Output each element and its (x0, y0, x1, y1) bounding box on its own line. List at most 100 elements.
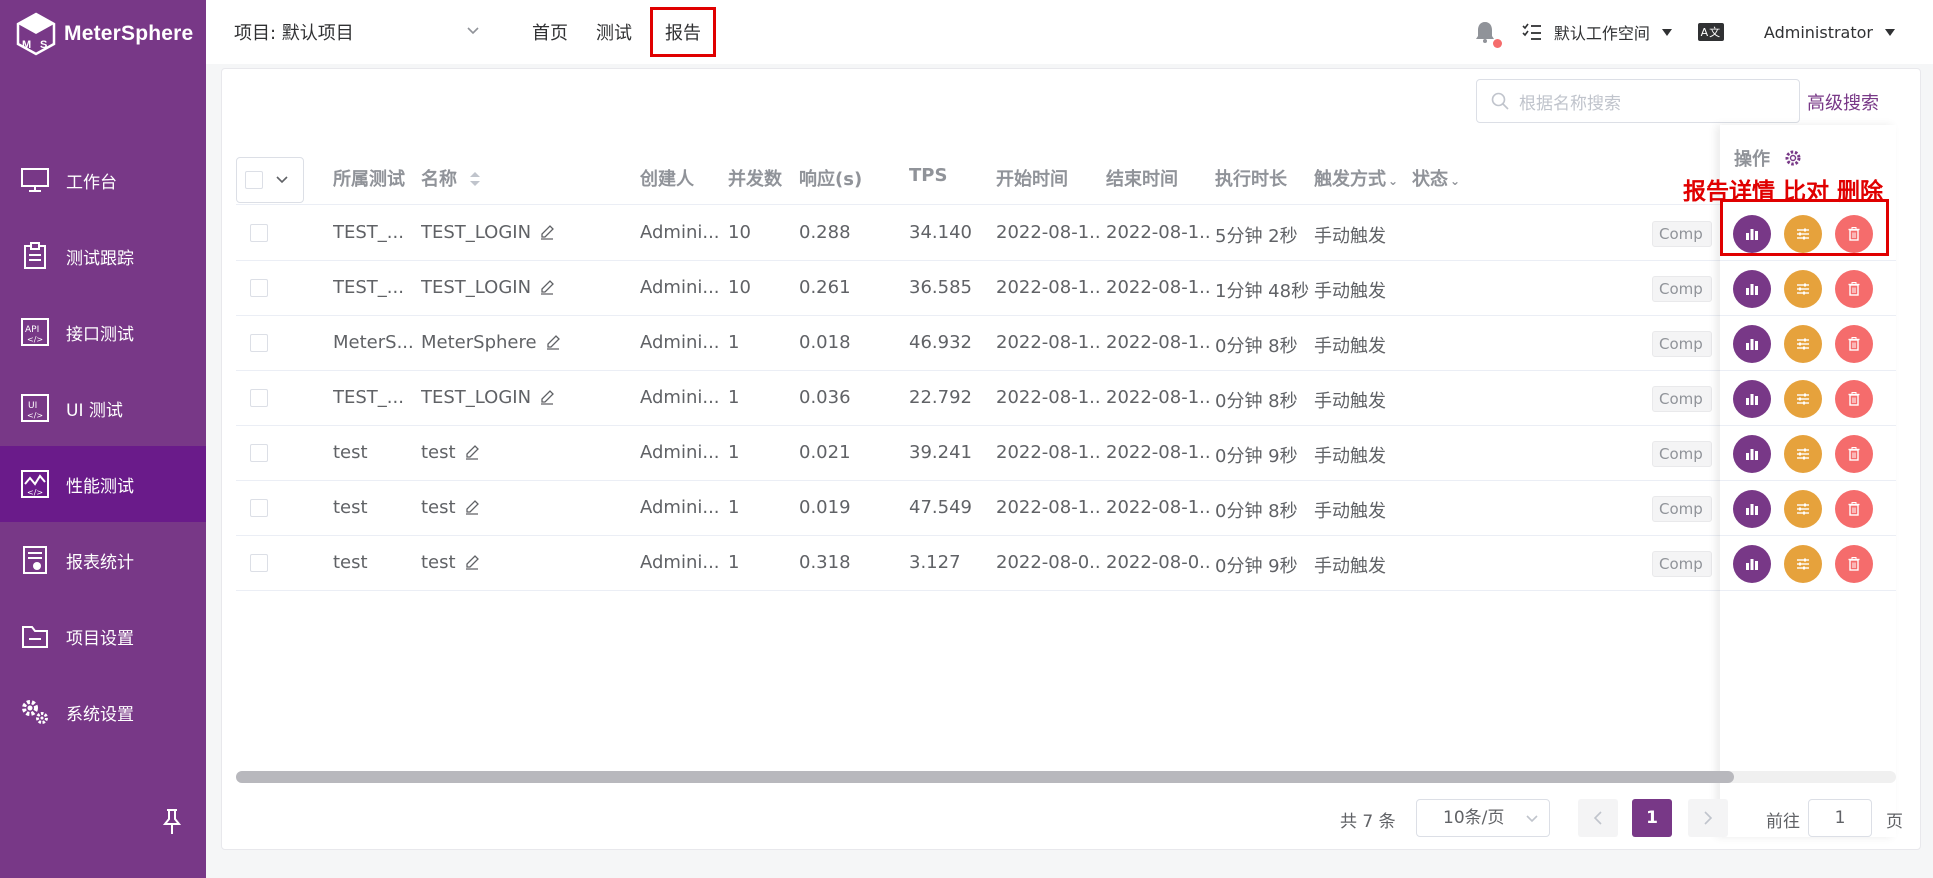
nav-item-test[interactable]: 测试 (582, 10, 646, 54)
select-all-checkbox[interactable] (245, 171, 263, 189)
report-detail-button[interactable] (1733, 325, 1771, 363)
notification-bell-icon[interactable] (1474, 20, 1502, 48)
sidebar-item-system-settings[interactable]: 系统设置 (0, 674, 206, 750)
row-checkbox[interactable] (250, 389, 268, 407)
cell-end-time: 2022-08-0... (1106, 552, 1210, 573)
cell-name: test (421, 497, 480, 518)
status-badge: Comp (1652, 441, 1712, 467)
compare-button[interactable] (1784, 435, 1822, 473)
report-detail-button[interactable] (1733, 490, 1771, 528)
table-row[interactable]: TEST_... TEST_LOGIN Admini... 10 0.288 3… (236, 206, 1896, 261)
sidebar-item-performance-test[interactable]: </> 性能测试 (0, 446, 206, 522)
row-checkbox[interactable] (250, 499, 268, 517)
sidebar-item-project-settings[interactable]: 项目设置 (0, 598, 206, 674)
horizontal-scrollbar[interactable] (236, 771, 1896, 783)
report-detail-button[interactable] (1733, 380, 1771, 418)
cell-creator: Admini... (640, 497, 720, 518)
delete-button[interactable] (1835, 325, 1873, 363)
language-switch-icon[interactable]: A文 (1697, 23, 1724, 41)
table-row[interactable]: TEST_... TEST_LOGIN Admini... 1 0.036 22… (236, 371, 1896, 426)
cell-creator: Admini... (640, 442, 720, 463)
cell-duration: 5分钟 2秒 (1215, 226, 1298, 247)
report-detail-button[interactable] (1733, 270, 1771, 308)
next-page-button[interactable] (1688, 799, 1728, 837)
notification-dot (1492, 39, 1502, 48)
row-checkbox[interactable] (250, 279, 268, 297)
goto-label: 前往 (1766, 812, 1800, 832)
workspace-select[interactable]: 默认工作空间 (1522, 20, 1672, 44)
prev-page-button[interactable] (1578, 799, 1618, 837)
cell-trigger: 手动触发 (1314, 446, 1386, 467)
advanced-search-link[interactable]: 高级搜索 (1807, 89, 1879, 115)
table-row[interactable]: test test Admini... 1 0.019 47.549 2022-… (236, 481, 1896, 536)
edit-icon[interactable] (464, 444, 480, 460)
page-number-current[interactable]: 1 (1632, 799, 1672, 837)
logo-cube-icon: M S (16, 12, 56, 56)
bar-chart-icon (1746, 284, 1758, 295)
table-row[interactable]: MeterS... MeterSphere Admini... 1 0.018 … (236, 316, 1896, 371)
edit-icon[interactable] (539, 279, 555, 295)
cell-name-text: MeterSphere (421, 332, 537, 353)
search-icon (1491, 92, 1509, 110)
pin-icon[interactable] (160, 808, 184, 836)
compare-button[interactable] (1784, 325, 1822, 363)
col-header-status[interactable]: 状态 ⌄ (1412, 165, 1460, 191)
row-checkbox[interactable] (250, 554, 268, 572)
row-checkbox[interactable] (250, 444, 268, 462)
compare-button[interactable] (1784, 490, 1822, 528)
cell-duration: 0分钟 9秒 (1215, 446, 1298, 467)
cell-test: test (333, 552, 368, 573)
row-checkbox[interactable] (250, 334, 268, 352)
user-menu[interactable]: Administrator (1764, 23, 1895, 42)
column-settings-gear-icon[interactable] (1784, 149, 1802, 167)
operation-row (1720, 371, 1896, 426)
compare-button[interactable] (1784, 380, 1822, 418)
compare-button[interactable] (1784, 270, 1822, 308)
edit-icon[interactable] (545, 334, 561, 350)
cell-concurrency: 1 (728, 332, 740, 353)
goto-page-input[interactable]: 1 (1808, 799, 1872, 837)
project-select[interactable]: 项目: 默认项目 (234, 18, 484, 46)
nav-item-report[interactable]: 报告 (650, 7, 716, 57)
table-row[interactable]: test test Admini... 1 0.021 39.241 2022-… (236, 426, 1896, 481)
select-all-dropdown[interactable] (236, 157, 304, 203)
sort-icon[interactable] (469, 171, 481, 187)
report-detail-button[interactable] (1733, 545, 1771, 583)
svg-text:</>: </> (27, 488, 43, 497)
col-header-trigger[interactable]: 触发方式 ⌄ (1314, 165, 1398, 191)
delete-button[interactable] (1835, 490, 1873, 528)
cell-start-time: 2022-08-1... (996, 387, 1100, 408)
cell-concurrency: 1 (728, 497, 740, 518)
filter-chevron-icon[interactable]: ⌄ (1388, 174, 1398, 188)
sidebar-item-ui-test[interactable]: UI </> UI 测试 (0, 370, 206, 446)
delete-button[interactable] (1835, 380, 1873, 418)
scrollbar-thumb[interactable] (236, 771, 1734, 783)
sidebar-item-api-test[interactable]: API </> 接口测试 (0, 294, 206, 370)
cell-duration: 0分钟 8秒 (1215, 391, 1298, 412)
edit-icon[interactable] (539, 389, 555, 405)
delete-button[interactable] (1835, 545, 1873, 583)
table-row[interactable]: test test Admini... 1 0.318 3.127 2022-0… (236, 536, 1896, 591)
page-size-select[interactable]: 10条/页 (1416, 799, 1550, 837)
search-input[interactable]: 根据名称搜索 (1476, 79, 1800, 123)
edit-icon[interactable] (464, 499, 480, 515)
col-header-name[interactable]: 名称 (421, 165, 481, 191)
filter-chevron-icon[interactable]: ⌄ (1450, 174, 1460, 188)
sidebar-item-report-stat[interactable]: 报表统计 (0, 522, 206, 598)
edit-icon[interactable] (539, 224, 555, 240)
report-detail-button[interactable] (1733, 435, 1771, 473)
cell-creator: Admini... (640, 277, 720, 298)
nav-item-home[interactable]: 首页 (518, 10, 582, 54)
cell-name-text: test (421, 552, 456, 573)
sidebar-item-workbench[interactable]: 工作台 (0, 142, 206, 218)
edit-icon[interactable] (464, 554, 480, 570)
sidebar-item-label: 报表统计 (66, 552, 134, 573)
delete-button[interactable] (1835, 270, 1873, 308)
sidebar-item-test-track[interactable]: 测试跟踪 (0, 218, 206, 294)
compare-button[interactable] (1784, 545, 1822, 583)
checklist-icon (1522, 23, 1541, 40)
top-bar: 项目: 默认项目 首页 测试 报告 默认工作空间 A文 Administrato… (206, 0, 1933, 64)
row-checkbox[interactable] (250, 224, 268, 242)
table-row[interactable]: TEST_... TEST_LOGIN Admini... 10 0.261 3… (236, 261, 1896, 316)
delete-button[interactable] (1835, 435, 1873, 473)
